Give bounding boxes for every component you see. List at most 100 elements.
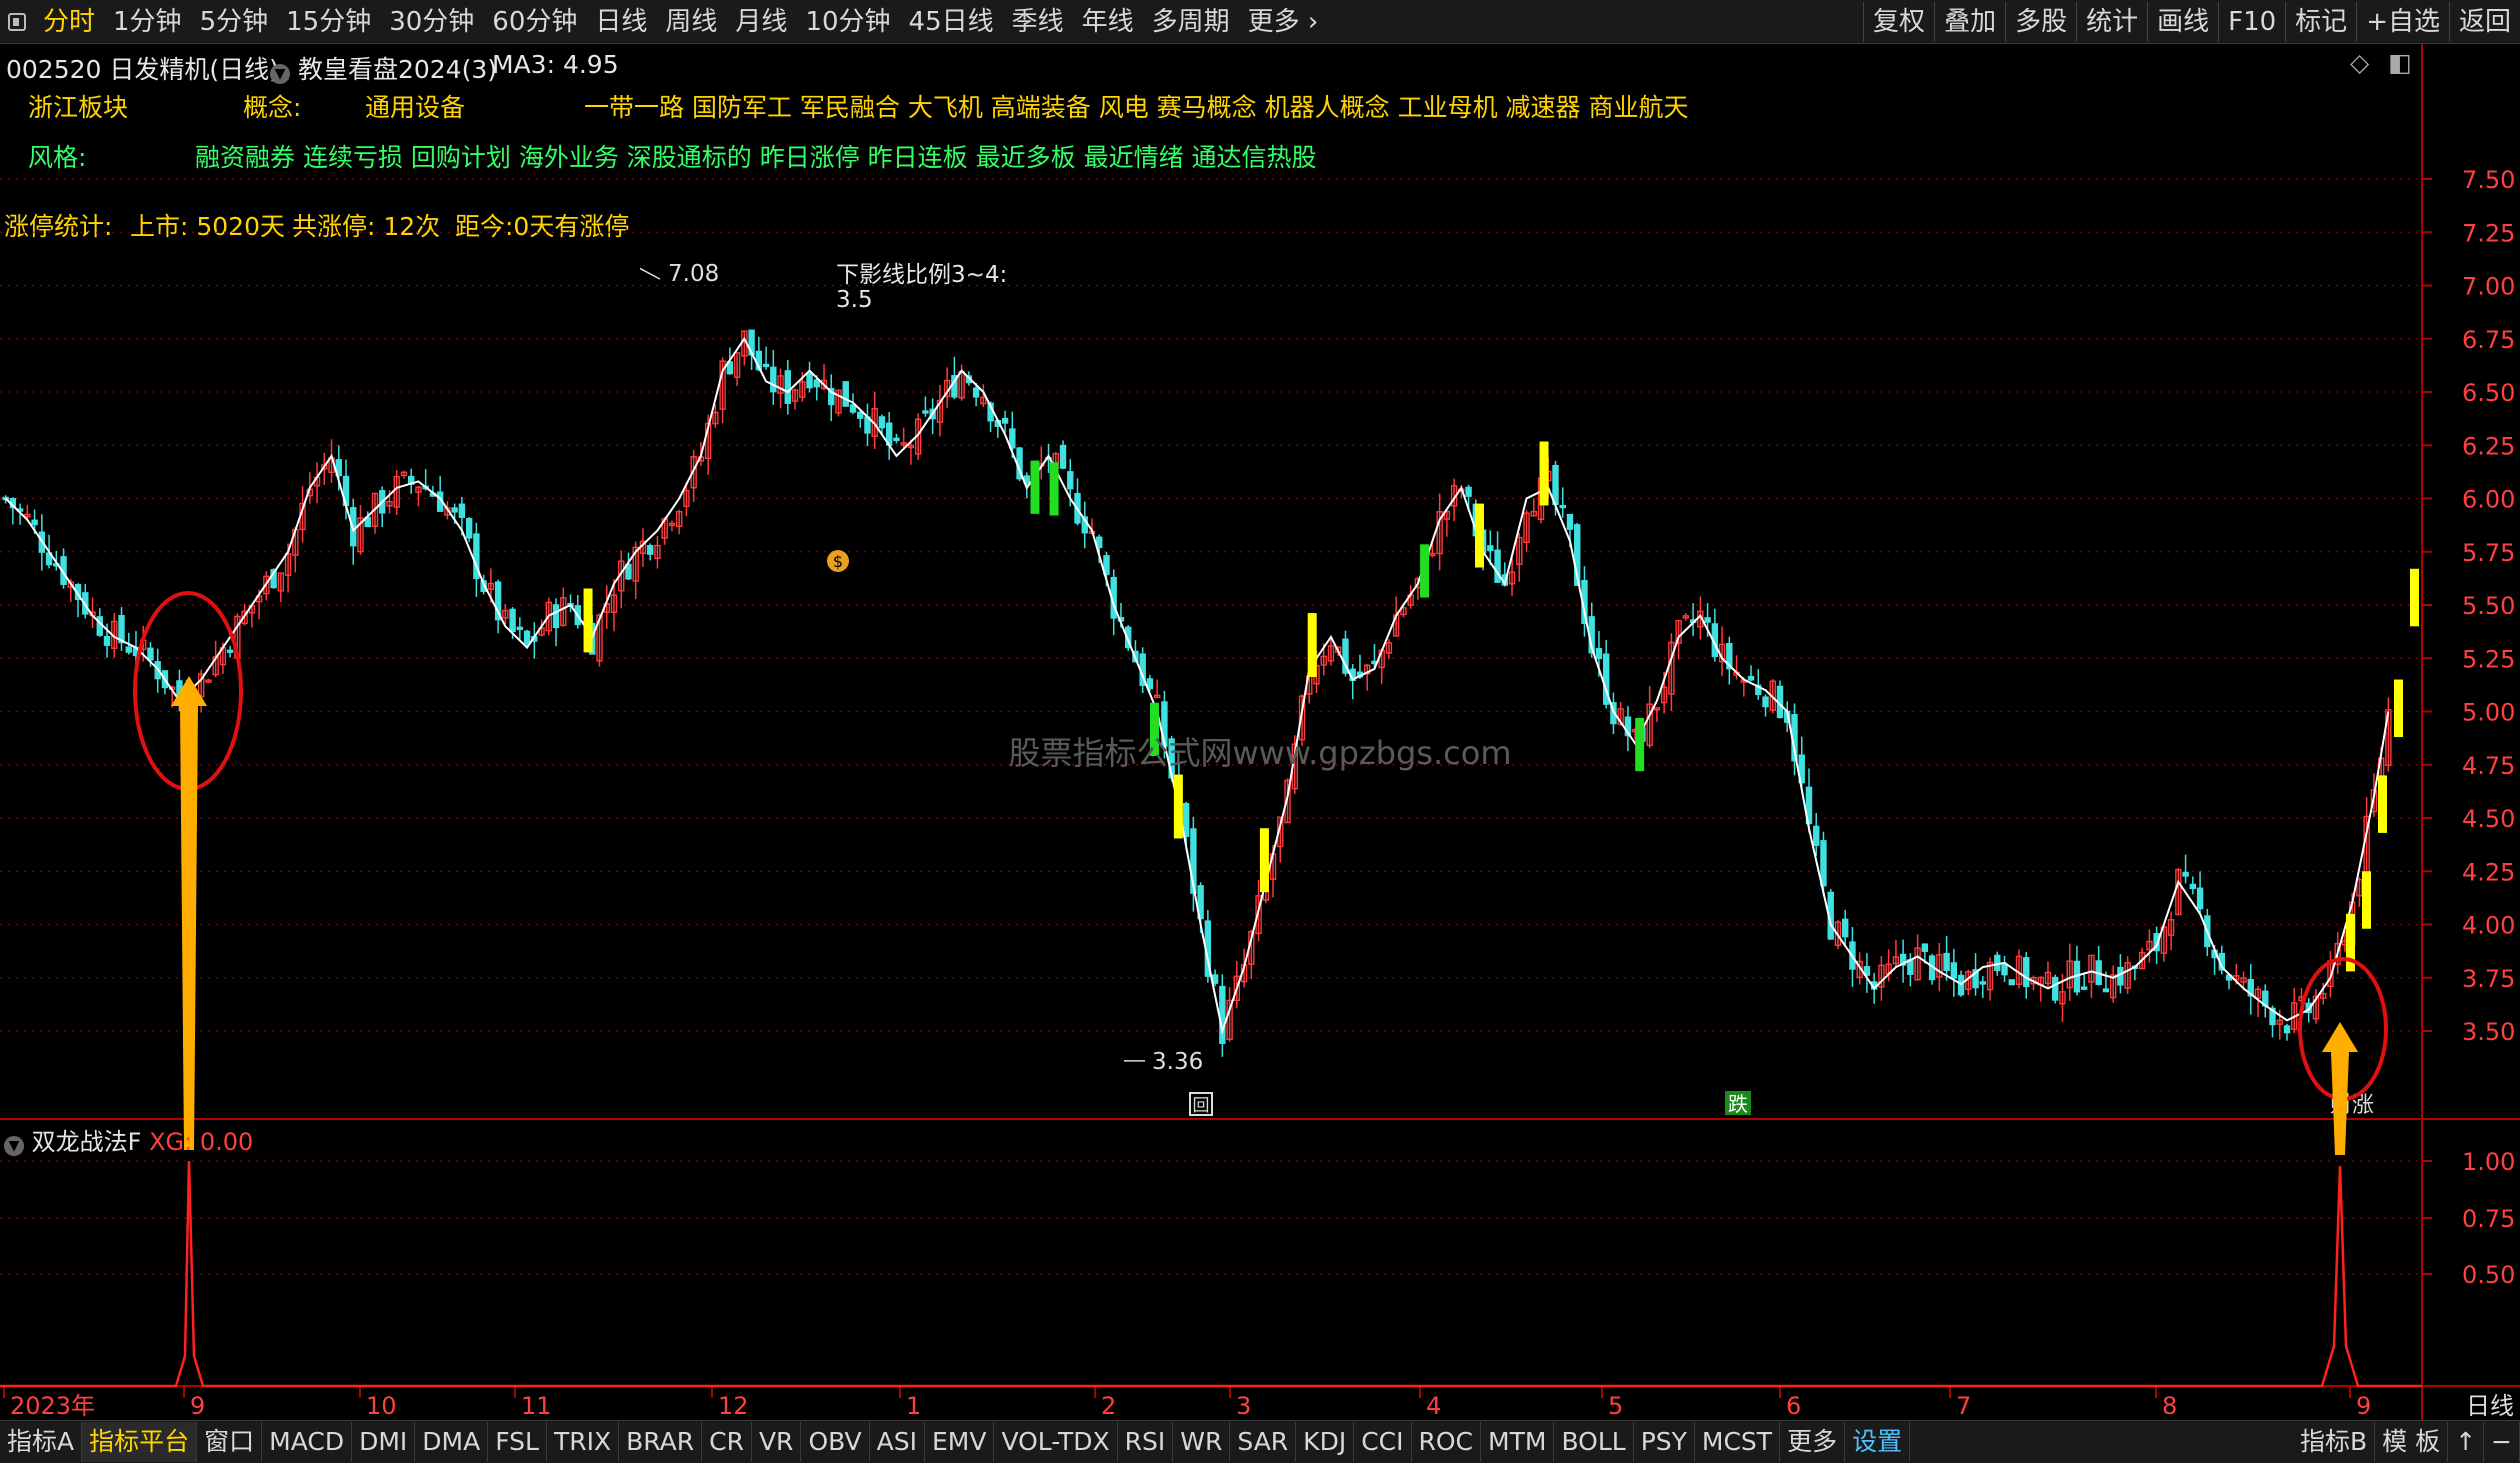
candle-body: [2080, 986, 2088, 990]
y-tick-label: 5.50: [2462, 592, 2515, 620]
indicator-tab[interactable]: CCI: [1354, 1422, 1412, 1462]
y-tick-label: 6.50: [2462, 379, 2515, 407]
x-tick-label: 1: [906, 1392, 921, 1420]
indicator-tab[interactable]: VR: [752, 1422, 802, 1462]
indicator-tab[interactable]: TRIX: [547, 1422, 620, 1462]
period-tab[interactable]: 45日线: [900, 2, 1003, 42]
candle-body: [1820, 840, 1827, 887]
indicator-tab[interactable]: MACD: [262, 1422, 353, 1462]
toolbar-button[interactable]: 统计: [2076, 1, 2147, 42]
period-tabs: 分时 1分钟 5分钟 15分钟 30分钟 60分钟 日线 周线 月线 10分钟 45日线 季线 年线 多周…: [34, 2, 1327, 42]
marker-hui: 回: [1193, 1096, 1210, 1116]
period-tab[interactable]: 5分钟: [191, 2, 278, 42]
indicator-tab[interactable]: PSY: [1634, 1422, 1695, 1462]
period-tab[interactable]: 日线: [586, 2, 656, 42]
toolbar-button[interactable]: 多股: [2005, 1, 2076, 42]
indicator-tab[interactable]: KDJ: [1296, 1422, 1355, 1462]
indicator-tab[interactable]: SAR: [1230, 1422, 1297, 1462]
period-tab[interactable]: 1分钟: [104, 2, 191, 42]
bottom-right-button[interactable]: 模 板: [2375, 1422, 2449, 1462]
bottom-right-button[interactable]: 指标B: [2293, 1422, 2376, 1462]
toolbar-button[interactable]: 标记: [2285, 1, 2356, 42]
period-tab[interactable]: 10分钟: [796, 2, 899, 42]
rally-bar: [2410, 568, 2419, 627]
candle-body: [509, 608, 516, 633]
indicator-tab[interactable]: BRAR: [619, 1422, 703, 1462]
candle-body: [1566, 513, 1574, 530]
candle-body: [806, 373, 813, 389]
toolbar-button[interactable]: 画线: [2147, 1, 2218, 42]
toolbar-button[interactable]: 复权: [1863, 1, 1934, 42]
indicator-tab[interactable]: DMA: [415, 1422, 489, 1462]
candle-body: [552, 604, 560, 629]
limit-up-bar: [1259, 828, 1269, 893]
candle-body: [2283, 1025, 2291, 1034]
candle-body: [31, 519, 38, 526]
period-tab[interactable]: 年线: [1073, 2, 1143, 42]
toolbar-button[interactable]: 返回: [2448, 1, 2520, 42]
marker-die: 跌: [1728, 1092, 1748, 1116]
candle-body: [813, 379, 820, 388]
candle-body: [125, 646, 132, 653]
kline-chart[interactable]: 7.50 7.25 7.00 6.75 6.50 6.25 6.00 5.75 5.50 5.25…: [0, 44, 2520, 1420]
indicator-tab[interactable]: VOL-TDX: [994, 1422, 1118, 1462]
candle-body: [451, 507, 458, 513]
window-toggle-icon[interactable]: [8, 12, 26, 31]
candle-body: [523, 630, 531, 645]
indicator-tab[interactable]: 窗口: [197, 1422, 263, 1462]
indicator-tab[interactable]: RSI: [1118, 1422, 1174, 1462]
indicator-tab[interactable]: 指标A: [0, 1422, 83, 1462]
indicator-tabs: 指标A 指标平台 窗口 MACD DMI DMA FSL TRIX BRAR CR VR OBV ASI…: [0, 1422, 1911, 1462]
indicator-tab[interactable]: ROC: [1412, 1422, 1482, 1462]
period-tab[interactable]: 60分钟: [483, 2, 586, 42]
x-tick-label: 11: [521, 1392, 552, 1420]
indicator-tab[interactable]: EMV: [925, 1422, 995, 1462]
candle-body: [1841, 918, 1849, 938]
indicator-tab[interactable]: OBV: [801, 1422, 870, 1462]
limit-down-bar: [1030, 460, 1040, 514]
period-tab[interactable]: 多周期: [1143, 2, 1239, 42]
bottom-right-button[interactable]: −: [2484, 1422, 2520, 1462]
x-tick-label: 3: [1236, 1392, 1251, 1420]
x-tick-label: 5: [1608, 1392, 1623, 1420]
candle-body: [1943, 952, 1950, 972]
y-tick-label: 5.75: [2462, 539, 2515, 567]
candle-body: [922, 410, 929, 414]
period-tab[interactable]: 30分钟: [380, 2, 483, 42]
indicator-tab[interactable]: CR: [702, 1422, 752, 1462]
x-tick-label: 6: [1786, 1392, 1801, 1420]
indicator-tab[interactable]: WR: [1173, 1422, 1231, 1462]
indicator-tab[interactable]: MTM: [1481, 1422, 1555, 1462]
candle-body: [458, 503, 466, 518]
limit-down-bar: [1635, 717, 1645, 772]
toolbar-button[interactable]: +自选: [2356, 1, 2449, 42]
limit-up-bar: [1307, 613, 1317, 677]
bottom-right-buttons: 指标B 模 板 ↑ −: [2293, 1422, 2520, 1462]
toolbar-button[interactable]: 叠加: [1934, 1, 2005, 42]
high-label: 7.08: [668, 261, 719, 287]
period-tab[interactable]: 15分钟: [277, 2, 380, 42]
toolbar-button[interactable]: F10: [2218, 1, 2285, 42]
period-tab[interactable]: 周线: [656, 2, 726, 42]
candle-body: [849, 404, 857, 413]
chevron-down-icon[interactable]: ▼: [4, 1136, 24, 1156]
indicator-tab[interactable]: 设置: [1845, 1422, 1911, 1462]
candle-body: [878, 416, 886, 429]
period-tab[interactable]: 季线: [1003, 2, 1073, 42]
candle-body: [2001, 963, 2008, 976]
candle-body: [103, 635, 111, 646]
x-tick-label: 7: [1956, 1392, 1971, 1420]
indicator-tab[interactable]: MCST: [1695, 1422, 1781, 1462]
indicator-tab[interactable]: ASI: [870, 1422, 925, 1462]
candle-body: [1552, 464, 1559, 506]
indicator-tab[interactable]: BOLL: [1554, 1422, 1634, 1462]
indicator-tab[interactable]: 指标平台: [82, 1422, 198, 1462]
period-tab[interactable]: 更多 ›: [1239, 2, 1328, 42]
period-tab[interactable]: 月线: [726, 2, 796, 42]
indicator-tab[interactable]: DMI: [352, 1422, 416, 1462]
candle-body: [1067, 471, 1074, 490]
indicator-tab[interactable]: 更多: [1780, 1422, 1846, 1462]
indicator-tab[interactable]: FSL: [488, 1422, 547, 1462]
bottom-right-button[interactable]: ↑: [2448, 1422, 2485, 1462]
period-tab[interactable]: 分时: [34, 2, 104, 42]
